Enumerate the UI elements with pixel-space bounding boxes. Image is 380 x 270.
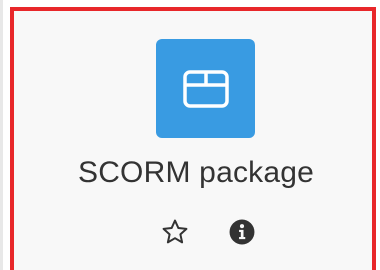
- activity-name[interactable]: SCORM package: [20, 156, 372, 190]
- star-outline-icon: [162, 219, 188, 244]
- scorm-module-icon[interactable]: [156, 39, 255, 138]
- activity-actions: [20, 215, 372, 249]
- left-divider: [0, 0, 3, 270]
- star-button[interactable]: [158, 215, 192, 249]
- info-circle-icon: [229, 219, 255, 245]
- activity-option-card[interactable]: SCORM package: [10, 7, 376, 270]
- info-button[interactable]: [225, 215, 259, 249]
- activity-chooser-area: SCORM package: [0, 0, 380, 270]
- activity-option-content: SCORM package: [20, 17, 372, 270]
- package-box-icon: [182, 69, 229, 108]
